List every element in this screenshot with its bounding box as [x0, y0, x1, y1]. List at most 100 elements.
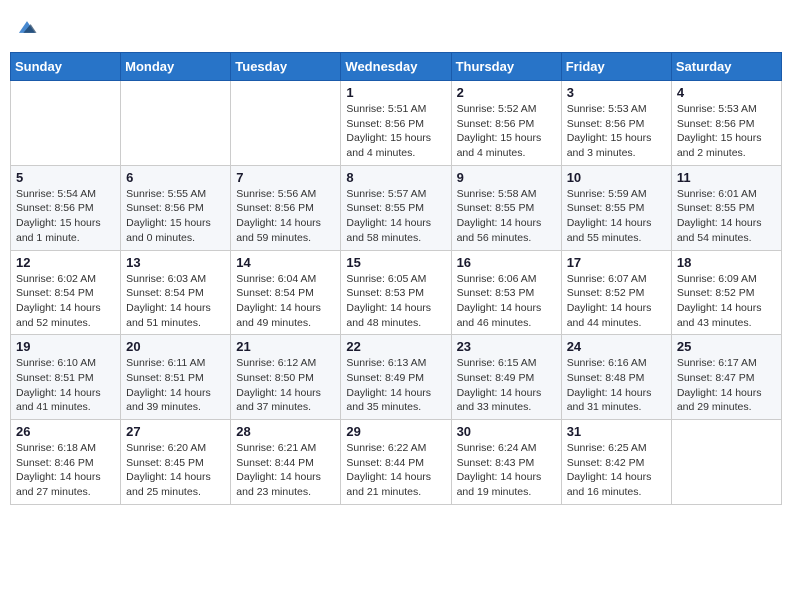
calendar-cell: [11, 81, 121, 166]
calendar-cell: 26 Sunrise: 6:18 AM Sunset: 8:46 PM Dayli…: [11, 420, 121, 505]
day-number: 7: [236, 170, 335, 185]
day-number: 8: [346, 170, 445, 185]
calendar-cell: [671, 420, 781, 505]
day-number: 11: [677, 170, 776, 185]
day-number: 25: [677, 339, 776, 354]
calendar-cell: 14 Sunrise: 6:04 AM Sunset: 8:54 PM Dayli…: [231, 250, 341, 335]
calendar-cell: 6 Sunrise: 5:55 AM Sunset: 8:56 PM Daylig…: [121, 165, 231, 250]
calendar-cell: 13 Sunrise: 6:03 AM Sunset: 8:54 PM Dayli…: [121, 250, 231, 335]
day-info: Sunrise: 6:10 AM Sunset: 8:51 PM Dayligh…: [16, 356, 115, 415]
day-number: 3: [567, 85, 666, 100]
day-number: 27: [126, 424, 225, 439]
day-number: 4: [677, 85, 776, 100]
day-info: Sunrise: 5:54 AM Sunset: 8:56 PM Dayligh…: [16, 187, 115, 246]
calendar-cell: 29 Sunrise: 6:22 AM Sunset: 8:44 PM Dayli…: [341, 420, 451, 505]
day-number: 18: [677, 255, 776, 270]
day-info: Sunrise: 6:13 AM Sunset: 8:49 PM Dayligh…: [346, 356, 445, 415]
calendar-cell: 2 Sunrise: 5:52 AM Sunset: 8:56 PM Daylig…: [451, 81, 561, 166]
day-info: Sunrise: 5:52 AM Sunset: 8:56 PM Dayligh…: [457, 102, 556, 161]
day-number: 10: [567, 170, 666, 185]
day-info: Sunrise: 5:57 AM Sunset: 8:55 PM Dayligh…: [346, 187, 445, 246]
day-number: 1: [346, 85, 445, 100]
day-number: 2: [457, 85, 556, 100]
calendar-cell: 12Sunrise: 6:02 AM Sunset: 8:54 PM Dayli…: [11, 250, 121, 335]
day-number: 14: [236, 255, 335, 270]
day-info: Sunrise: 6:11 AM Sunset: 8:51 PM Dayligh…: [126, 356, 225, 415]
calendar-cell: 18 Sunrise: 6:09 AM Sunset: 8:52 PM Dayli…: [671, 250, 781, 335]
day-info: Sunrise: 6:12 AM Sunset: 8:50 PM Dayligh…: [236, 356, 335, 415]
day-info: Sunrise: 6:17 AM Sunset: 8:47 PM Dayligh…: [677, 356, 776, 415]
calendar-cell: 20 Sunrise: 6:11 AM Sunset: 8:51 PM Dayli…: [121, 335, 231, 420]
calendar-cell: 21 Sunrise: 6:12 AM Sunset: 8:50 PM Dayli…: [231, 335, 341, 420]
calendar-cell: 3 Sunrise: 5:53 AM Sunset: 8:56 PM Daylig…: [561, 81, 671, 166]
day-info: Sunrise: 6:09 AM Sunset: 8:52 PM Dayligh…: [677, 272, 776, 331]
day-info: Sunrise: 6:07 AM Sunset: 8:52 PM Dayligh…: [567, 272, 666, 331]
day-info: Sunrise: 6:06 AM Sunset: 8:53 PM Dayligh…: [457, 272, 556, 331]
day-number: 6: [126, 170, 225, 185]
calendar-cell: 10Sunrise: 5:59 AM Sunset: 8:55 PM Dayli…: [561, 165, 671, 250]
calendar-cell: 27 Sunrise: 6:20 AM Sunset: 8:45 PM Dayli…: [121, 420, 231, 505]
weekday-header-tuesday: Tuesday: [231, 53, 341, 81]
calendar-cell: 25 Sunrise: 6:17 AM Sunset: 8:47 PM Dayli…: [671, 335, 781, 420]
day-number: 16: [457, 255, 556, 270]
page-header: [10, 10, 782, 44]
day-info: Sunrise: 5:53 AM Sunset: 8:56 PM Dayligh…: [567, 102, 666, 161]
day-number: 17: [567, 255, 666, 270]
calendar-cell: 23Sunrise: 6:15 AM Sunset: 8:49 PM Dayli…: [451, 335, 561, 420]
calendar-table: SundayMondayTuesdayWednesdayThursdayFrid…: [10, 52, 782, 505]
day-info: Sunrise: 5:55 AM Sunset: 8:56 PM Dayligh…: [126, 187, 225, 246]
calendar-cell: 19 Sunrise: 6:10 AM Sunset: 8:51 PM Dayli…: [11, 335, 121, 420]
day-info: Sunrise: 6:01 AM Sunset: 8:55 PM Dayligh…: [677, 187, 776, 246]
calendar-week-row: 12Sunrise: 6:02 AM Sunset: 8:54 PM Dayli…: [11, 250, 782, 335]
logo-icon: [16, 16, 38, 38]
calendar-cell: 17 Sunrise: 6:07 AM Sunset: 8:52 PM Dayli…: [561, 250, 671, 335]
calendar-week-row: 19 Sunrise: 6:10 AM Sunset: 8:51 PM Dayli…: [11, 335, 782, 420]
calendar-cell: 5 Sunrise: 5:54 AM Sunset: 8:56 PM Daylig…: [11, 165, 121, 250]
day-number: 24: [567, 339, 666, 354]
calendar-week-row: 26 Sunrise: 6:18 AM Sunset: 8:46 PM Dayli…: [11, 420, 782, 505]
day-info: Sunrise: 6:25 AM Sunset: 8:42 PM Dayligh…: [567, 441, 666, 500]
weekday-header-thursday: Thursday: [451, 53, 561, 81]
day-info: Sunrise: 6:22 AM Sunset: 8:44 PM Dayligh…: [346, 441, 445, 500]
day-number: 21: [236, 339, 335, 354]
day-info: Sunrise: 6:04 AM Sunset: 8:54 PM Dayligh…: [236, 272, 335, 331]
day-number: 20: [126, 339, 225, 354]
day-number: 22: [346, 339, 445, 354]
day-info: Sunrise: 6:15 AM Sunset: 8:49 PM Dayligh…: [457, 356, 556, 415]
weekday-header-wednesday: Wednesday: [341, 53, 451, 81]
weekday-header-friday: Friday: [561, 53, 671, 81]
calendar-cell: 24Sunrise: 6:16 AM Sunset: 8:48 PM Dayli…: [561, 335, 671, 420]
weekday-header-row: SundayMondayTuesdayWednesdayThursdayFrid…: [11, 53, 782, 81]
day-info: Sunrise: 6:18 AM Sunset: 8:46 PM Dayligh…: [16, 441, 115, 500]
day-info: Sunrise: 5:58 AM Sunset: 8:55 PM Dayligh…: [457, 187, 556, 246]
calendar-cell: 1 Sunrise: 5:51 AM Sunset: 8:56 PM Daylig…: [341, 81, 451, 166]
day-number: 13: [126, 255, 225, 270]
day-info: Sunrise: 5:53 AM Sunset: 8:56 PM Dayligh…: [677, 102, 776, 161]
day-info: Sunrise: 5:51 AM Sunset: 8:56 PM Dayligh…: [346, 102, 445, 161]
day-number: 26: [16, 424, 115, 439]
calendar-cell: 9 Sunrise: 5:58 AM Sunset: 8:55 PM Daylig…: [451, 165, 561, 250]
day-info: Sunrise: 6:24 AM Sunset: 8:43 PM Dayligh…: [457, 441, 556, 500]
day-info: Sunrise: 6:21 AM Sunset: 8:44 PM Dayligh…: [236, 441, 335, 500]
calendar-week-row: 1 Sunrise: 5:51 AM Sunset: 8:56 PM Daylig…: [11, 81, 782, 166]
day-number: 30: [457, 424, 556, 439]
day-number: 28: [236, 424, 335, 439]
calendar-cell: 4 Sunrise: 5:53 AM Sunset: 8:56 PM Daylig…: [671, 81, 781, 166]
calendar-cell: 15Sunrise: 6:05 AM Sunset: 8:53 PM Dayli…: [341, 250, 451, 335]
calendar-week-row: 5 Sunrise: 5:54 AM Sunset: 8:56 PM Daylig…: [11, 165, 782, 250]
day-info: Sunrise: 6:03 AM Sunset: 8:54 PM Dayligh…: [126, 272, 225, 331]
weekday-header-saturday: Saturday: [671, 53, 781, 81]
logo: [14, 16, 38, 38]
calendar-cell: 31 Sunrise: 6:25 AM Sunset: 8:42 PM Dayli…: [561, 420, 671, 505]
day-number: 9: [457, 170, 556, 185]
day-info: Sunrise: 6:02 AM Sunset: 8:54 PM Dayligh…: [16, 272, 115, 331]
day-info: Sunrise: 6:20 AM Sunset: 8:45 PM Dayligh…: [126, 441, 225, 500]
day-info: Sunrise: 6:05 AM Sunset: 8:53 PM Dayligh…: [346, 272, 445, 331]
day-number: 19: [16, 339, 115, 354]
day-number: 31: [567, 424, 666, 439]
day-number: 29: [346, 424, 445, 439]
weekday-header-sunday: Sunday: [11, 53, 121, 81]
calendar-cell: 11 Sunrise: 6:01 AM Sunset: 8:55 PM Dayli…: [671, 165, 781, 250]
day-number: 5: [16, 170, 115, 185]
calendar-cell: 7Sunrise: 5:56 AM Sunset: 8:56 PM Daylig…: [231, 165, 341, 250]
